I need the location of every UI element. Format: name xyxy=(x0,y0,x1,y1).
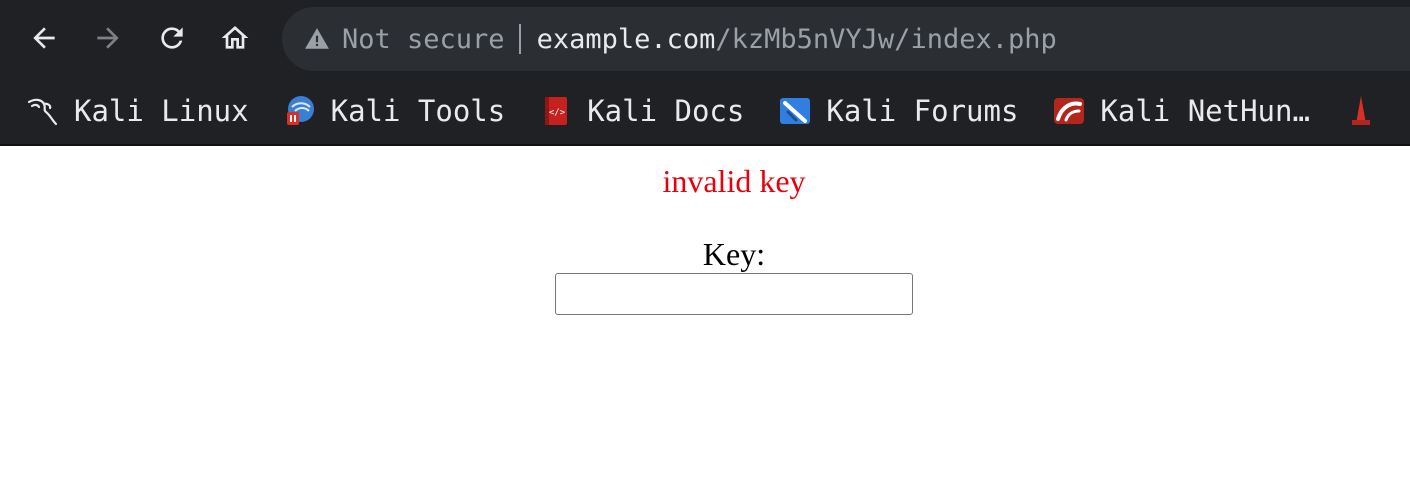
browser-chrome: Not secure example.com/kzMb5nVYJw/index.… xyxy=(0,0,1410,146)
exploit-db-icon xyxy=(1344,94,1378,128)
bookmark-label: Kali Tools xyxy=(330,94,506,128)
reload-button[interactable] xyxy=(152,18,192,58)
bookmark-kali-linux[interactable]: Kali Linux xyxy=(26,94,249,128)
key-input[interactable] xyxy=(555,273,913,315)
bookmark-label: Kali Linux xyxy=(74,94,249,128)
bookmark-exploit-db[interactable] xyxy=(1344,94,1392,128)
home-button[interactable] xyxy=(215,18,255,58)
bookmark-kali-docs[interactable]: </> Kali Docs xyxy=(539,94,744,128)
bookmark-kali-forums[interactable]: Kali Forums xyxy=(778,94,1018,128)
key-label: Key: xyxy=(702,236,766,272)
kali-forums-icon xyxy=(778,94,812,128)
back-button[interactable] xyxy=(24,18,64,58)
url-path: /kzMb5nVYJw/index.php xyxy=(715,23,1057,55)
bookmark-label: Kali Forums xyxy=(826,94,1019,128)
kali-nethunter-icon xyxy=(1052,94,1086,128)
kali-tools-icon xyxy=(283,94,317,128)
bookmarks-bar: Kali Linux Kali Tools </> Kali Docs Kali… xyxy=(0,78,1410,144)
bookmark-kali-nethunter[interactable]: Kali NetHun… xyxy=(1052,94,1310,128)
warning-triangle-icon[interactable] xyxy=(304,26,330,52)
arrow-left-icon xyxy=(33,27,55,49)
omnibox-divider xyxy=(518,24,521,54)
arrow-right-icon xyxy=(97,27,119,49)
security-status-label[interactable]: Not secure xyxy=(342,24,505,55)
page-content: invalid key Key: xyxy=(0,146,1410,490)
bookmark-kali-tools[interactable]: Kali Tools xyxy=(283,94,506,128)
svg-text:</>: </> xyxy=(549,108,566,118)
forward-button[interactable] xyxy=(88,18,128,58)
kali-docs-icon: </> xyxy=(539,94,573,128)
kali-dragon-icon xyxy=(26,94,60,128)
reload-icon xyxy=(161,27,183,49)
home-icon xyxy=(221,26,249,49)
bookmark-label: Kali Docs xyxy=(587,94,745,128)
address-bar[interactable]: Not secure example.com/kzMb5nVYJw/index.… xyxy=(282,7,1410,71)
browser-toolbar: Not secure example.com/kzMb5nVYJw/index.… xyxy=(0,0,1410,78)
url-domain: example.com xyxy=(536,23,716,55)
bookmark-label: Kali NetHun… xyxy=(1100,94,1310,128)
error-message: invalid key xyxy=(662,163,806,199)
